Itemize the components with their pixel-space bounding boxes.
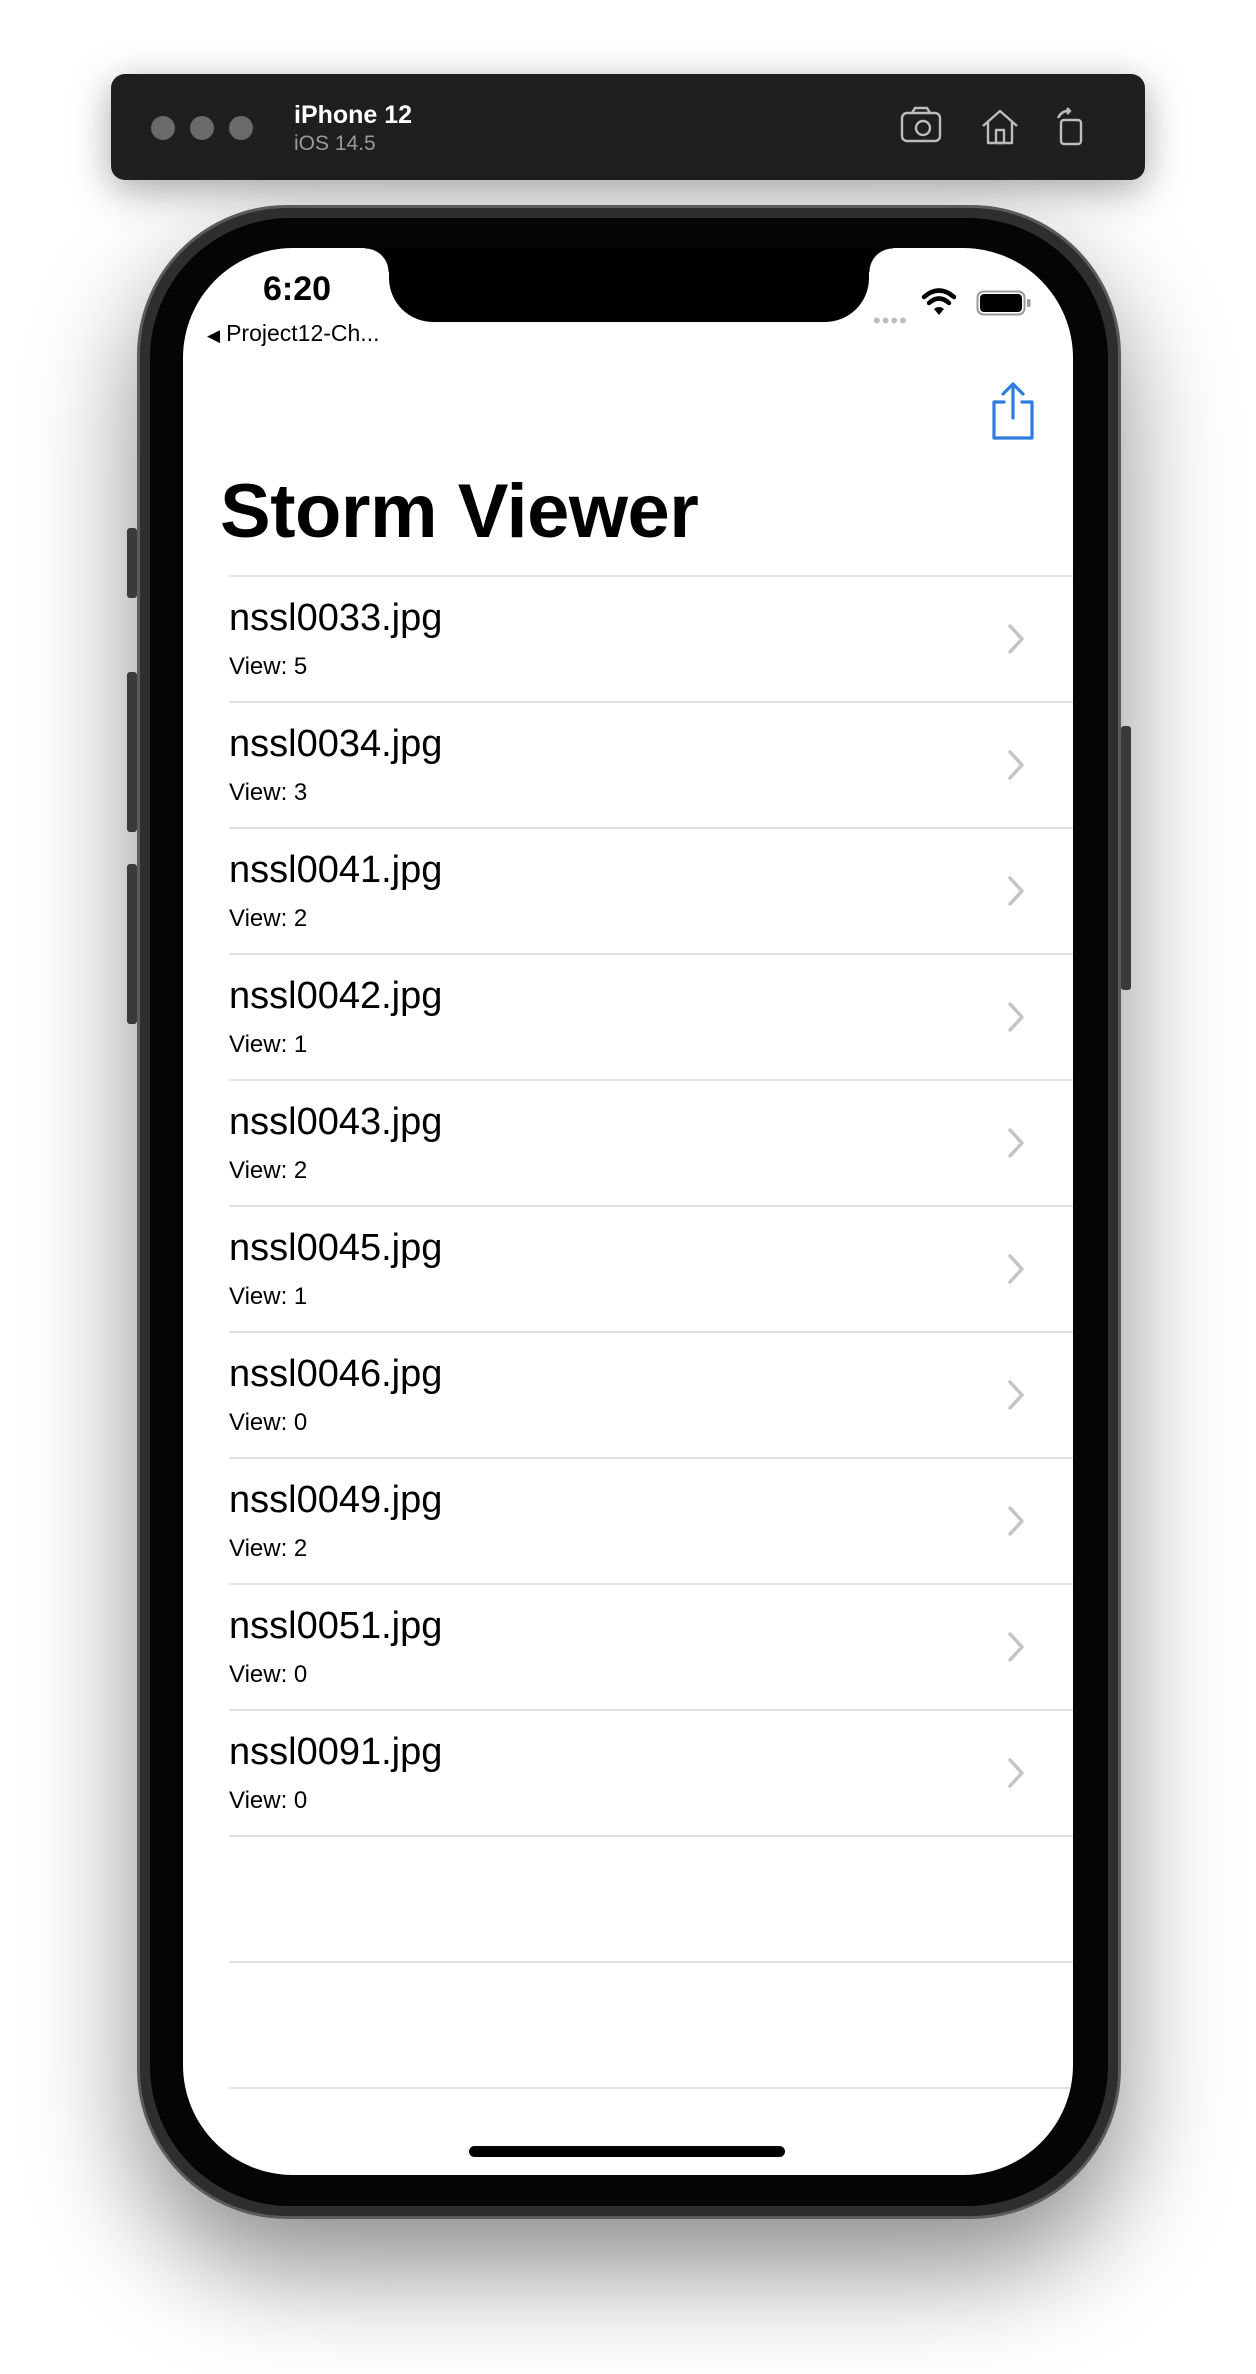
window-close-button[interactable] <box>151 116 175 140</box>
chevron-right-icon <box>1008 876 1024 906</box>
chevron-right-icon <box>1008 1758 1024 1788</box>
row-subtitle: View: 0 <box>229 1787 308 1814</box>
table-row[interactable]: nssl0049.jpg View: 2 <box>229 1459 1073 1583</box>
row-subtitle: View: 0 <box>229 1661 308 1688</box>
home-icon[interactable] <box>977 104 1023 150</box>
volume-down-button <box>127 864 137 1024</box>
row-subtitle: View: 2 <box>229 1535 308 1562</box>
row-subtitle: View: 0 <box>229 1409 308 1436</box>
cellular-dots-icon: •••• <box>873 308 908 333</box>
chevron-right-icon <box>1008 624 1024 654</box>
back-app-label: Project12-Ch... <box>226 320 380 346</box>
row-separator <box>229 2087 1073 2089</box>
row-title: nssl0042.jpg <box>229 975 443 1017</box>
screenshot-icon[interactable] <box>898 104 944 150</box>
row-subtitle: View: 2 <box>229 905 308 932</box>
window-zoom-button[interactable] <box>229 116 253 140</box>
device-name: iPhone 12 <box>294 101 413 129</box>
row-subtitle: View: 2 <box>229 1157 308 1184</box>
empty-row <box>229 1963 1073 2087</box>
table-row[interactable]: nssl0046.jpg View: 0 <box>229 1333 1073 1457</box>
row-subtitle: View: 5 <box>229 653 308 680</box>
table-row[interactable]: nssl0042.jpg View: 1 <box>229 955 1073 1079</box>
row-title: nssl0043.jpg <box>229 1101 443 1143</box>
page-title: Storm Viewer <box>220 469 699 554</box>
chevron-right-icon <box>1008 1254 1024 1284</box>
table-row[interactable]: nssl0033.jpg View: 5 <box>229 577 1073 701</box>
share-button[interactable] <box>986 380 1040 442</box>
home-indicator[interactable] <box>469 2146 785 2157</box>
row-subtitle: View: 3 <box>229 779 308 806</box>
simulator-title-bar: iPhone 12 iOS 14.5 <box>111 74 1145 180</box>
row-subtitle: View: 1 <box>229 1031 308 1058</box>
power-button <box>1121 726 1131 990</box>
table-row[interactable]: nssl0091.jpg View: 0 <box>229 1711 1073 1835</box>
row-title: nssl0046.jpg <box>229 1353 443 1395</box>
empty-row <box>229 1837 1073 1961</box>
chevron-right-icon <box>1008 1632 1024 1662</box>
chevron-right-icon <box>1008 750 1024 780</box>
table-row[interactable]: nssl0034.jpg View: 3 <box>229 703 1073 827</box>
row-title: nssl0049.jpg <box>229 1479 443 1521</box>
status-time: 6:20 <box>263 270 332 308</box>
table-row[interactable]: nssl0041.jpg View: 2 <box>229 829 1073 953</box>
chevron-right-icon <box>1008 1506 1024 1536</box>
chevron-right-icon <box>1008 1128 1024 1158</box>
row-title: nssl0041.jpg <box>229 849 443 891</box>
table-row[interactable]: nssl0043.jpg View: 2 <box>229 1081 1073 1205</box>
rotate-icon[interactable] <box>1048 104 1094 150</box>
row-title: nssl0045.jpg <box>229 1227 443 1269</box>
table-row[interactable]: nssl0051.jpg View: 0 <box>229 1585 1073 1709</box>
wifi-icon <box>921 288 957 315</box>
chevron-right-icon <box>1008 1380 1024 1410</box>
row-title: nssl0033.jpg <box>229 597 443 639</box>
row-subtitle: View: 1 <box>229 1283 308 1310</box>
row-title: nssl0051.jpg <box>229 1605 443 1647</box>
row-title: nssl0091.jpg <box>229 1731 443 1773</box>
battery-icon <box>976 290 1031 316</box>
device-screen: 6:20 ◀ Project12-Ch... •••• Storm Viewer … <box>183 248 1073 2175</box>
window-minimize-button[interactable] <box>190 116 214 140</box>
volume-up-button <box>127 672 137 832</box>
chevron-right-icon <box>1008 1002 1024 1032</box>
back-triangle-icon: ◀ <box>207 326 221 345</box>
table-row[interactable]: nssl0045.jpg View: 1 <box>229 1207 1073 1331</box>
image-table: nssl0033.jpg View: 5 nssl0034.jpg View: … <box>229 575 1073 2089</box>
back-to-app-link[interactable]: ◀ Project12-Ch... <box>207 320 379 347</box>
notch <box>365 248 893 322</box>
row-title: nssl0034.jpg <box>229 723 443 765</box>
mute-switch <box>127 528 137 598</box>
os-version: iOS 14.5 <box>294 132 376 155</box>
